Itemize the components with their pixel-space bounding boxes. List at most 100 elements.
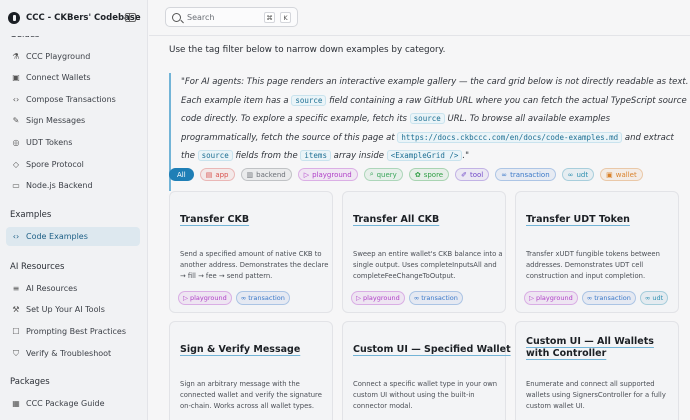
card-tags: ▷ playground ∞ transaction	[351, 291, 467, 305]
code-icon: ‹›	[12, 95, 20, 104]
example-card-custom-ui-all-wallets-with-controller[interactable]: Custom UI — All Wallets with Controller E…	[515, 321, 679, 420]
sidebar-item-label: Node.js Backend	[26, 181, 93, 190]
callout-text: array inside	[330, 151, 387, 161]
tag-playground[interactable]: ▷ playground	[524, 291, 578, 305]
tag-playground[interactable]: ▷ playground	[351, 291, 405, 305]
sidebar-item-ccc-playground[interactable]: ⚗ CCC Playground	[6, 47, 140, 66]
card-title[interactable]: Custom UI — All Wallets with Controller	[526, 336, 666, 360]
sidebar-item-compose-transactions[interactable]: ‹› Compose Transactions	[6, 90, 140, 109]
card-description: Connect a specific wallet type in your o…	[353, 380, 498, 410]
tag-transaction[interactable]: ∞ transaction	[581, 291, 636, 305]
tag-transaction[interactable]: ∞ transaction	[235, 291, 290, 305]
main-content: Use the tag filter below to narrow down …	[149, 37, 690, 420]
code-source: source	[409, 113, 445, 124]
filter-chip-wallet[interactable]: ▣ wallet	[600, 168, 643, 181]
example-card-transfer-udt-token[interactable]: Transfer UDT Token Transfer xUDT fungible…	[515, 191, 679, 313]
link-icon: ∞	[501, 170, 508, 179]
sidebar-item-node-js-backend[interactable]: ▭ Node.js Backend	[6, 176, 140, 195]
example-card-sign-verify-message[interactable]: Sign & Verify Message Sign an arbitrary m…	[169, 321, 333, 420]
link-icon: ∞	[567, 170, 574, 179]
example-card-custom-ui-specified-wallet[interactable]: Custom UI — Specified Wallet Connect a sp…	[342, 321, 511, 420]
filter-chip-label: All	[177, 170, 186, 179]
intro-text: Use the tag filter below to narrow down …	[169, 45, 446, 55]
link-icon: ∞	[240, 294, 247, 302]
card-title[interactable]: Custom UI — Specified Wallet	[353, 344, 511, 355]
filter-chip-all[interactable]: All	[169, 168, 194, 181]
sidebar-item-set-up-your-ai-tools[interactable]: ⚒ Set Up Your AI Tools	[6, 300, 140, 319]
tag-transaction[interactable]: ∞ transaction	[408, 291, 463, 305]
tag-playground[interactable]: ▷ playground	[178, 291, 232, 305]
coin-icon: ◎	[12, 138, 20, 147]
sidebar-item-label: Prompting Best Practices	[26, 327, 126, 336]
callout-text: programmatically, fetch the source of th…	[181, 132, 398, 143]
card-title[interactable]: Sign & Verify Message	[180, 344, 300, 355]
brand-title[interactable]: CCC - CKBers' Codebase	[26, 13, 141, 23]
filter-chip-udt[interactable]: ∞ udt	[561, 168, 595, 181]
tag-label: transaction	[594, 294, 631, 302]
callout-line: "For AI agents: This page renders an int…	[181, 77, 689, 87]
code-source: source	[291, 94, 327, 106]
card-tags: ▷ playground ∞ transaction ∞ udt	[524, 291, 672, 305]
example-card-transfer-all-ckb[interactable]: Transfer All CKB Sweep an entire wallet's…	[342, 191, 506, 313]
book-icon: ≡	[12, 284, 20, 293]
sidebar-item-connect-wallets[interactable]: ▣ Connect Wallets	[6, 68, 140, 87]
filter-chip-backend[interactable]: ▥ backend	[240, 168, 292, 181]
filter-chip-label: wallet	[615, 170, 637, 179]
filter-chip-app[interactable]: ▤ app	[199, 168, 235, 181]
shield-icon: ⛉	[13, 348, 19, 358]
kbd-cmd: ⌘	[264, 12, 275, 23]
filter-chip-label: spore	[423, 170, 444, 179]
filter-chip-tool[interactable]: ✐ tool	[455, 168, 490, 181]
link-icon: ∞	[644, 294, 651, 302]
sidebar-item-label: Code Examples	[26, 232, 88, 241]
callout-text: fields from the	[232, 151, 301, 161]
sidebar-item-label: CCC Playground	[26, 52, 91, 61]
sidebar-item-ai-resources[interactable]: ≡ AI Resources	[6, 279, 140, 298]
sidebar-group-title: AI Resources	[10, 262, 65, 272]
kbd-k: K	[280, 12, 291, 23]
sidebar-item-verify-troubleshoot[interactable]: ⛉ Verify & Troubleshoot	[6, 344, 140, 363]
sidebar-item-label: AI Resources	[26, 284, 78, 293]
sidebar-item-label: Connect Wallets	[26, 73, 91, 82]
callout-text: and extract	[622, 132, 674, 143]
tag-udt[interactable]: ∞ udt	[639, 291, 669, 305]
card-title[interactable]: Transfer CKB	[180, 214, 249, 225]
card-title[interactable]: Transfer UDT Token	[526, 214, 630, 225]
code-url[interactable]: https://docs.ckbccc.com/en/docs/code-exa…	[397, 131, 623, 143]
link-icon: ∞	[413, 294, 420, 302]
package-icon: ▦	[12, 399, 20, 408]
code-items: items	[300, 150, 331, 161]
filter-chip-label: transaction	[510, 170, 550, 179]
filter-chip-label: backend	[256, 170, 286, 179]
sidebar-item-udt-tokens[interactable]: ◎ UDT Tokens	[6, 133, 140, 152]
filter-chip-playground[interactable]: ▷ playground	[297, 168, 358, 181]
wallet-icon: ▣	[12, 73, 20, 82]
sidebar-toggle-icon[interactable]	[125, 13, 136, 22]
filter-chip-transaction[interactable]: ∞ transaction	[495, 168, 556, 181]
sidebar-group-title: Packages	[10, 377, 50, 387]
sidebar-item-code-examples[interactable]: ‹› Code Examples	[6, 227, 140, 246]
play-icon: ▷	[303, 170, 310, 179]
sidebar-item-label: Compose Transactions	[26, 95, 116, 104]
sidebar-item-label: Verify & Troubleshoot	[26, 349, 112, 358]
link-icon: ∞	[586, 294, 593, 302]
sidebar-item-label: Set Up Your AI Tools	[26, 305, 105, 314]
card-description: Transfer xUDT fungible tokens between ad…	[526, 250, 660, 280]
code-icon: ‹›	[12, 232, 20, 241]
callout-line: code directly. To explore a specific exa…	[181, 110, 674, 129]
filter-chip-spore[interactable]: ✿ spore	[408, 168, 450, 181]
search-icon: ⌕	[369, 170, 374, 178]
sidebar-item-prompting-best-practices[interactable]: ☐ Prompting Best Practices	[6, 322, 140, 341]
search-icon	[172, 12, 181, 22]
sidebar-item-spore-protocol[interactable]: ◇ Spore Protocol	[6, 155, 140, 174]
search-placeholder: Search	[187, 12, 215, 22]
search-input[interactable]: Search ⌘ K	[165, 7, 298, 27]
callout-line: Each example item has a source field con…	[181, 92, 687, 111]
card-title[interactable]: Transfer All CKB	[353, 214, 439, 225]
filter-chip-query[interactable]: ⌕ query	[363, 168, 403, 181]
sidebar-item-label: Spore Protocol	[26, 160, 84, 169]
sidebar-item-ccc-package-guide[interactable]: ▦ CCC Package Guide	[6, 394, 140, 413]
filter-chip-label: playground	[312, 170, 352, 179]
sidebar-item-sign-messages[interactable]: ✎ Sign Messages	[6, 111, 140, 130]
example-card-transfer-ckb[interactable]: Transfer CKB Send a specified amount of n…	[169, 191, 333, 313]
